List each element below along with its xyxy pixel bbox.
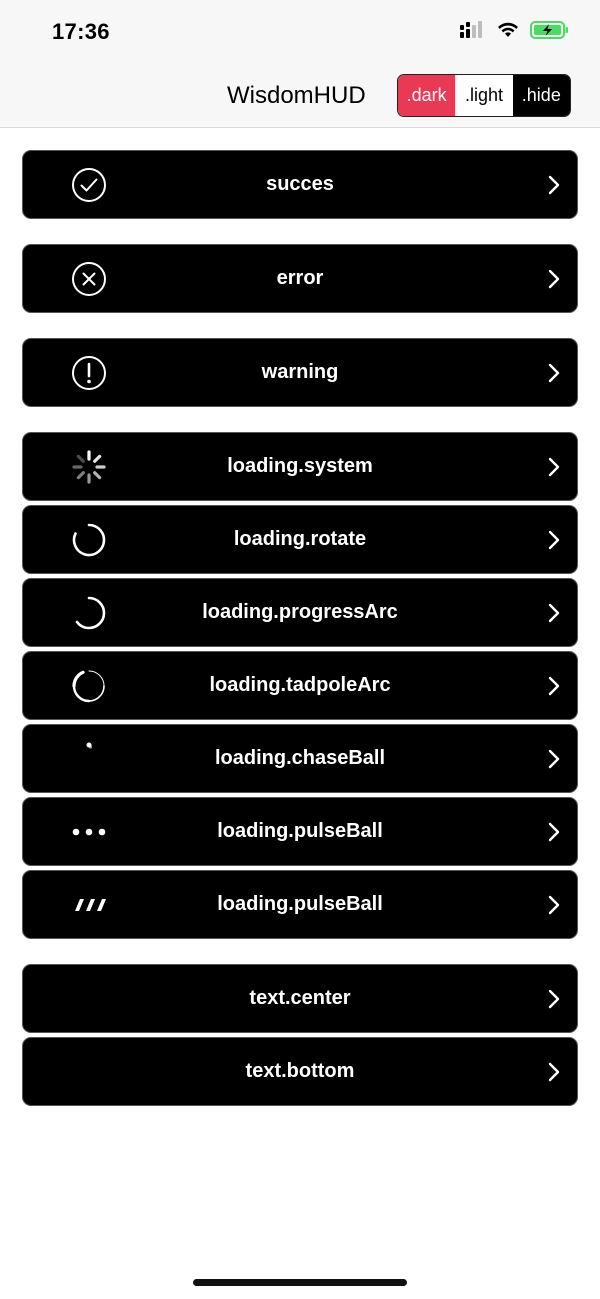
cellular-signal-icon [460,21,482,38]
row-loading-tadpolearc[interactable]: loading.tadpoleArc [22,651,578,720]
row-text-bottom[interactable]: text.bottom [22,1037,578,1106]
theme-segmented-control: .dark .light .hide [397,74,571,117]
chevron-right-icon [547,749,561,769]
row-warning[interactable]: warning [22,338,578,407]
row-label: loading.system [227,455,373,477]
row-loading-chaseball[interactable]: loading.chaseBall [22,724,578,793]
segment-light[interactable]: .light [455,75,513,116]
row-label: loading.tadpoleArc [209,674,391,696]
battery-charging-icon [530,21,568,39]
chevron-right-icon [547,1062,561,1082]
status-bar: 17:36 [0,0,600,66]
chevron-right-icon [547,363,561,383]
row-label: loading.pulseBall [217,893,383,915]
page-title: WisdomHUD [227,82,366,109]
chevron-right-icon [547,895,561,915]
row-label: text.center [249,987,351,1009]
app-screen: 17:36 WisdomHUD .dark .light .hide succe… [0,0,600,1299]
row-label: loading.pulseBall [217,820,383,842]
chevron-right-icon [547,530,561,550]
row-loading-rotate[interactable]: loading.rotate [22,505,578,574]
row-loading-system[interactable]: loading.system [22,432,578,501]
row-label: loading.progressArc [202,601,398,623]
row-label: loading.chaseBall [214,747,386,769]
wifi-icon [498,22,518,37]
segment-dark[interactable]: .dark [398,75,456,116]
row-label: loading.rotate [233,528,367,550]
chevron-right-icon [547,175,561,195]
status-icons [460,20,570,40]
row-label: warning [261,361,339,383]
segment-hide[interactable]: .hide [512,75,570,116]
row-loading-pulseball-bars[interactable]: loading.pulseBall [22,870,578,939]
status-time: 17:36 [52,19,110,44]
chevron-right-icon [547,822,561,842]
chevron-right-icon [547,676,561,696]
chevron-right-icon [547,989,561,1009]
home-indicator[interactable] [193,1279,407,1286]
row-loading-progressarc[interactable]: loading.progressArc [22,578,578,647]
row-error[interactable]: error [22,244,578,313]
row-label: error [276,267,324,289]
row-label: succes [266,173,334,195]
row-label: text.bottom [245,1060,355,1082]
chevron-right-icon [547,269,561,289]
row-text-center[interactable]: text.center [22,964,578,1033]
row-succes[interactable]: succes [22,150,578,219]
navigation-bar: WisdomHUD .dark .light .hide [0,66,600,128]
chevron-right-icon [547,457,561,477]
hud-options-list: succes error warning loading.system load… [22,150,578,1106]
row-loading-pulseball-dots[interactable]: loading.pulseBall [22,797,578,866]
chevron-right-icon [547,603,561,623]
